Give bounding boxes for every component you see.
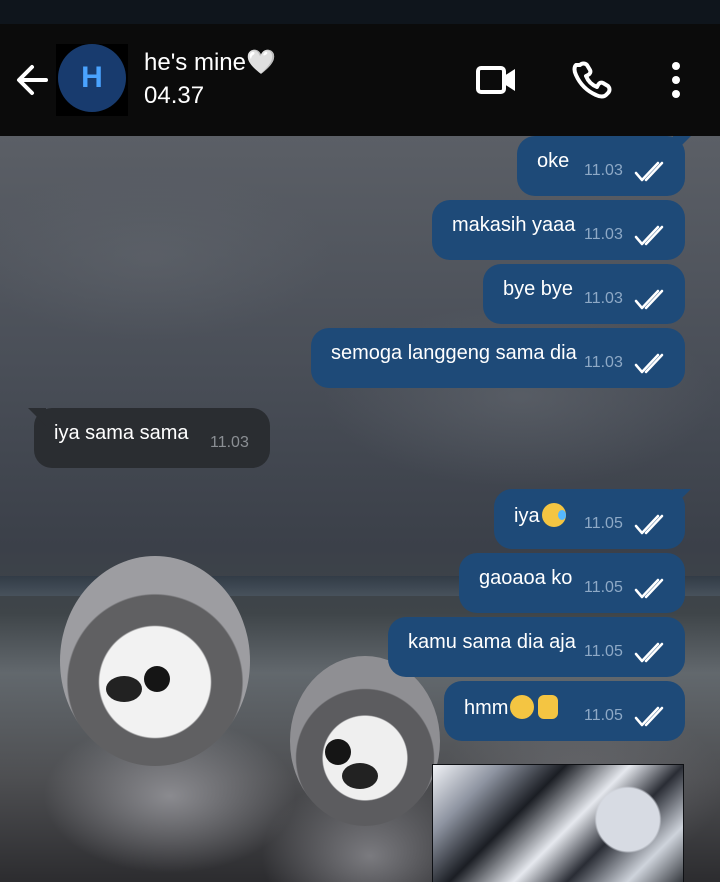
back-button[interactable]	[12, 62, 52, 98]
message-text: oke	[537, 150, 570, 172]
message-bubble[interactable]: bye bye 11.03	[483, 264, 685, 324]
message-time: 11.03	[210, 434, 249, 451]
message-text: makasih yaaa	[452, 214, 576, 236]
read-receipt-icon	[634, 642, 664, 663]
chat-area[interactable]: oke 11.03 makasih yaaa 11.03 bye bye 11.…	[0, 136, 720, 882]
message-time: 11.03	[584, 354, 623, 371]
back-arrow-icon	[17, 65, 48, 95]
read-receipt-icon	[634, 578, 664, 599]
message-bubble[interactable]: hmm 11.05	[444, 681, 685, 741]
video-call-icon	[476, 66, 515, 94]
voice-call-button[interactable]	[570, 60, 614, 100]
message-text: kamu sama dia aja	[408, 631, 576, 653]
avatar-container[interactable]: H	[56, 44, 128, 116]
wallpaper-penguin	[60, 556, 250, 766]
read-receipt-icon	[634, 353, 664, 374]
message-bubble[interactable]: gaoaoa ko 11.05	[459, 553, 685, 613]
phone-icon	[572, 61, 612, 99]
wallpaper-penguin	[290, 656, 440, 826]
contact-name[interactable]: he's mine🤍	[144, 48, 276, 77]
message-time: 11.05	[584, 643, 623, 660]
video-call-button[interactable]	[474, 60, 520, 100]
message-time: 11.03	[584, 162, 623, 179]
message-text: hmm	[464, 695, 559, 720]
read-receipt-icon	[634, 706, 664, 727]
message-bubble[interactable]: iya 11.05	[494, 489, 691, 549]
message-text: gaoaoa ko	[479, 567, 573, 589]
message-text-content: iya	[514, 505, 540, 527]
sweat-smile-face-emoji	[510, 695, 535, 719]
read-receipt-icon	[634, 225, 664, 246]
message-time: 11.03	[584, 226, 623, 243]
status-bar	[0, 0, 720, 24]
message-time: 11.05	[584, 579, 623, 596]
avatar[interactable]: H	[58, 44, 126, 112]
message-time: 11.05	[584, 707, 623, 724]
tear-emoji	[557, 510, 566, 520]
more-options-button[interactable]	[660, 60, 692, 100]
read-receipt-icon	[634, 161, 664, 182]
read-receipt-icon	[634, 514, 664, 535]
image-message[interactable]	[432, 764, 684, 882]
message-text: bye bye	[503, 278, 574, 300]
message-bubble[interactable]: makasih yaaa 11.03	[432, 200, 685, 260]
message-bubble[interactable]: semoga langgeng sama dia 11.03	[311, 328, 685, 388]
message-bubble[interactable]: kamu sama dia aja 11.05	[388, 617, 685, 677]
last-seen: 04.37	[144, 82, 205, 109]
thumbs-up-emoji	[538, 695, 559, 719]
message-time: 11.05	[584, 515, 623, 532]
read-receipt-icon	[634, 289, 664, 310]
message-text: iya	[514, 503, 566, 528]
chat-header: H he's mine🤍 04.37	[0, 24, 720, 136]
message-bubble[interactable]: iya sama sama 11.03	[28, 408, 270, 468]
message-text: iya sama sama	[54, 422, 189, 444]
more-vert-icon	[672, 62, 680, 98]
message-bubble[interactable]: oke 11.03	[517, 136, 691, 196]
message-text: semoga langgeng sama dia	[331, 342, 577, 364]
message-text-content: hmm	[464, 697, 509, 719]
message-time: 11.03	[584, 290, 623, 307]
